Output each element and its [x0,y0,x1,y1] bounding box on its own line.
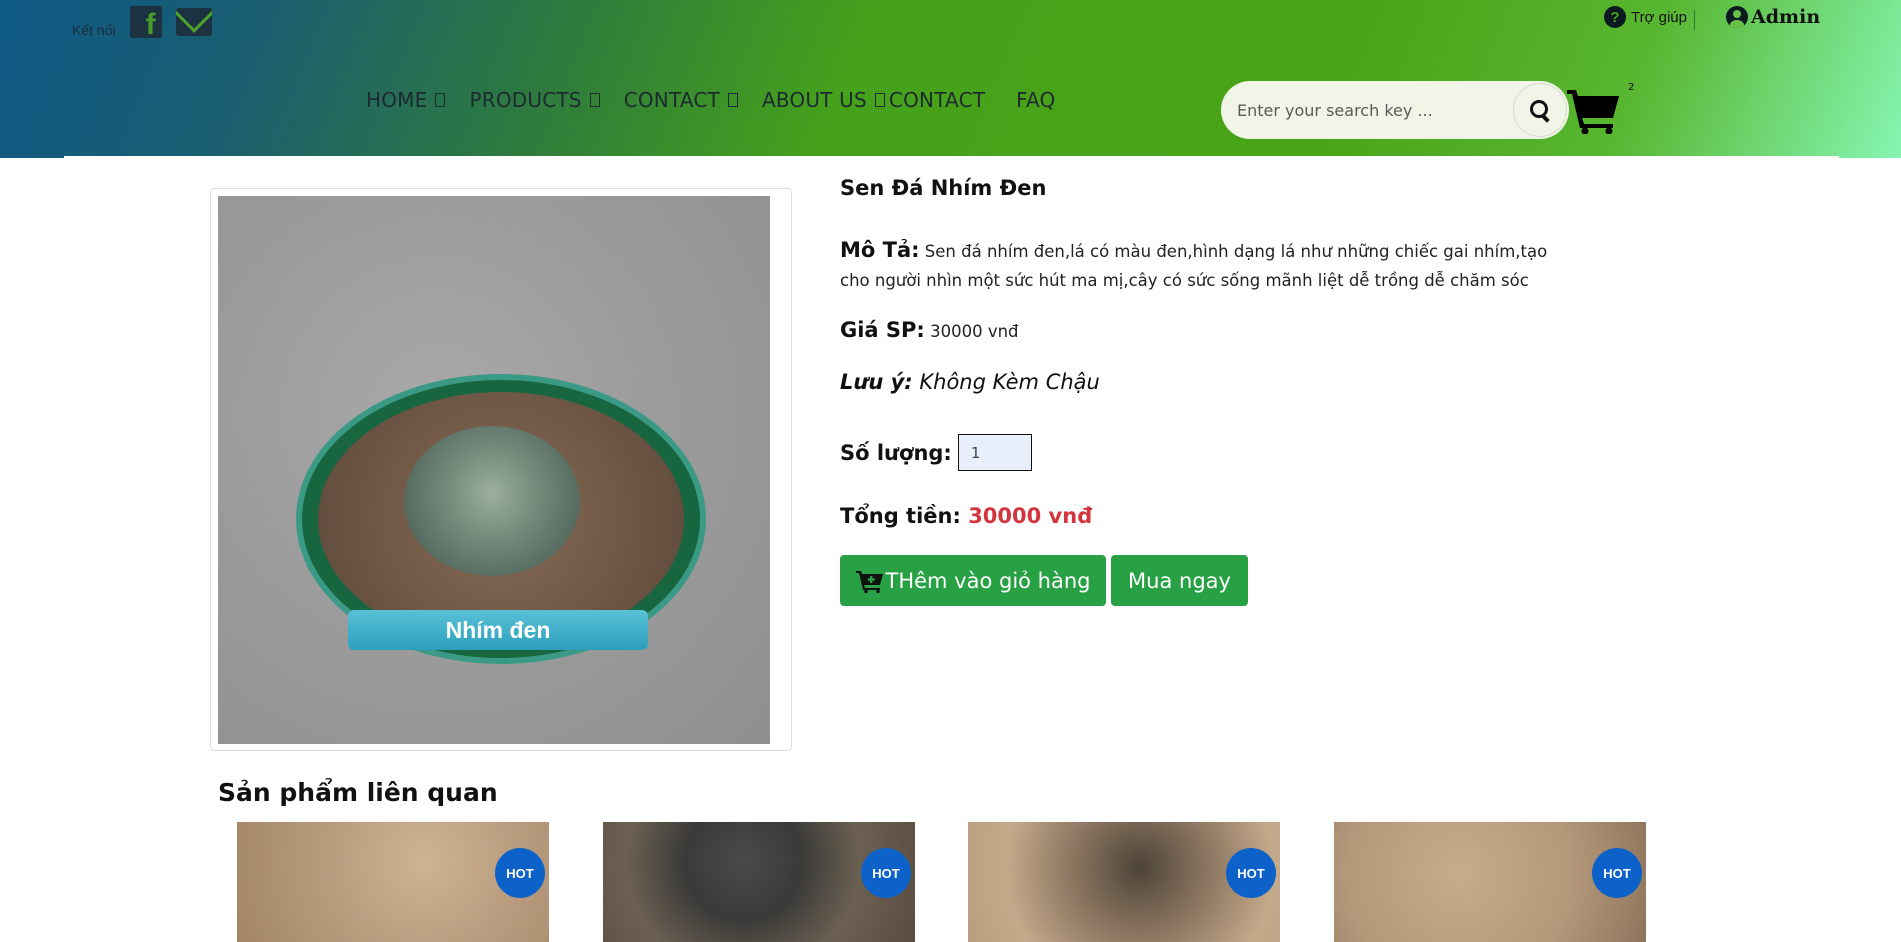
buy-now-button[interactable]: Mua ngay [1111,555,1248,606]
search-input[interactable] [1237,90,1499,130]
dropdown-caret-icon [874,93,885,107]
product-description: Mô Tả: Sen đá nhím đen,lá có màu đen,hìn… [840,236,1580,295]
shopping-cart-icon[interactable] [1567,86,1621,134]
nav-item-faq[interactable]: FAQ [1016,88,1055,112]
description-label: Mô Tả: [840,238,920,262]
nav-item-contact[interactable]: CONTACT [624,88,744,112]
topbar-divider [1694,10,1695,30]
related-product-card[interactable]: HOT [237,822,549,942]
mail-icon[interactable] [175,8,212,36]
price-label: Giá SP: [840,318,925,342]
help-label: Trợ giúp [1631,8,1687,26]
related-product-card[interactable]: HOT [603,822,915,942]
site-header: Kết nối f ? Trợ giúp Admin HOME PRODUCTS… [0,0,1901,158]
quantity-row: Số lượng: [840,434,1032,471]
product-image[interactable]: Nhím đen [218,196,770,744]
search-button[interactable] [1513,83,1567,137]
product-image-frame: Nhím đen [210,188,792,751]
description-text: Sen đá nhím đen,lá có màu đen,hình dạng … [840,242,1548,290]
question-icon: ? [1604,6,1626,28]
dropdown-caret-icon [435,93,446,107]
note-text: Không Kèm Chậu [919,370,1100,394]
connect-label: Kết nối [72,22,116,38]
price-value: 30000 vnđ [930,322,1019,341]
product-note: Lưu ý: Không Kèm Chậu [840,370,1100,394]
nav-item-contact-2[interactable]: CONTACT [889,88,985,112]
help-link[interactable]: ? Trợ giúp [1604,6,1687,28]
admin-account-link[interactable]: Admin [1726,6,1820,28]
total-value: 30000 vnđ [968,504,1093,528]
cart-plus-icon [855,570,883,593]
nav-item-label: PRODUCTS [469,88,582,112]
nav-item-label: HOME [366,88,428,112]
nav-item-products[interactable]: PRODUCTS [469,88,605,112]
dropdown-caret-icon [727,93,738,107]
quantity-input[interactable] [957,434,1032,471]
main-nav: HOME PRODUCTS CONTACT ABOUT US CONTACT F… [366,84,1056,116]
dropdown-caret-icon [589,93,600,107]
hot-badge: HOT [495,848,545,898]
product-price: Giá SP: 30000 vnđ [840,318,1019,342]
nav-item-about-us[interactable]: ABOUT US [762,88,889,112]
social-connect: Kết nối f [72,4,212,40]
search-icon [1529,99,1551,121]
facebook-icon[interactable]: f [129,6,162,40]
nav-item-label: FAQ [1016,88,1056,112]
related-products-title: Sản phẩm liên quan [218,778,498,807]
total-label: Tổng tiền: [840,504,961,528]
total-price: Tổng tiền: 30000 vnđ [840,504,1092,528]
quantity-label: Số lượng: [840,440,952,465]
image-caption: Nhím đen [348,610,648,650]
product-title: Sen Đá Nhím Đen [840,176,1047,200]
buy-now-label: Mua ngay [1128,568,1231,593]
hot-badge: HOT [1592,848,1642,898]
admin-label: Admin [1751,6,1821,28]
cart-count-badge: 2 [1628,82,1635,93]
add-to-cart-button[interactable]: THêm vào giỏ hàng [840,555,1106,606]
user-circle-icon [1726,6,1748,28]
hot-badge: HOT [1226,848,1276,898]
header-divider [64,156,1839,158]
nav-item-label: ABOUT US [761,88,867,112]
nav-item-label: CONTACT [888,88,986,112]
add-to-cart-label: THêm vào giỏ hàng [885,568,1091,593]
note-label: Lưu ý: [840,370,913,394]
related-product-card[interactable]: HOT [1334,822,1646,942]
nav-item-label: CONTACT [623,88,720,112]
related-product-card[interactable]: HOT [968,822,1280,942]
nav-item-home[interactable]: HOME [366,88,451,112]
search-box [1221,81,1569,139]
hot-badge: HOT [861,848,911,898]
succulent-shape [404,426,580,576]
